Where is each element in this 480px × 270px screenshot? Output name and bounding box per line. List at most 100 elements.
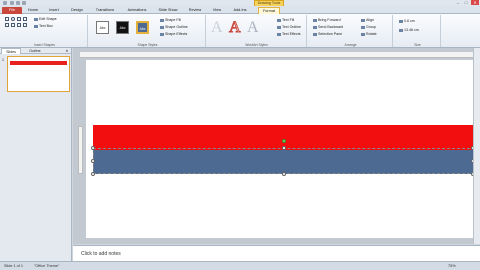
style-swatch-black[interactable]: Abc [116,21,129,34]
align-label: Align [366,18,374,22]
close-pane-icon[interactable]: ✕ [64,48,70,54]
arrow-shape-icon[interactable] [5,23,9,27]
tab-format[interactable]: Format [258,7,280,14]
shape-fill-icon [160,18,164,22]
width-field[interactable]: 13.46 cm [399,28,419,32]
group-button[interactable]: Group [361,25,376,29]
maximize-button[interactable]: □ [462,0,470,5]
shape-effects-button[interactable]: Shape Effects [160,32,187,36]
tab-transitions[interactable]: Transitions [90,7,120,14]
tab-insert[interactable]: Insert [44,7,64,14]
tab-slides[interactable]: Slides [1,48,21,54]
tab-slide-show[interactable]: Slide Show [154,7,182,14]
oval-shape-icon[interactable] [11,17,15,21]
star-shape-icon[interactable] [17,23,21,27]
resize-handle-ml[interactable] [91,159,95,163]
notes-pane[interactable]: Click to add notes [73,245,480,261]
selection-pane-button[interactable]: Selection Pane [313,32,342,36]
align-button[interactable]: Align [361,18,374,22]
tab-outline[interactable]: Outline [23,48,47,54]
text-fill-button[interactable]: Text Fill [277,18,294,22]
ribbon: Edit Shape Text Box Insert Shapes Abc Ab… [0,14,480,48]
text-fill-label: Text Fill [282,18,295,22]
group-icon [361,25,365,29]
tab-view[interactable]: View [208,7,226,14]
wordart-style-1[interactable]: A [211,20,223,36]
resize-handle-tl[interactable] [91,146,95,150]
thumbnail-red-bar [10,61,67,65]
tab-review[interactable]: Review [184,7,206,14]
text-effects-button[interactable]: Text Effects [277,32,301,36]
resize-handle-tm[interactable] [282,146,286,150]
tab-home[interactable]: Home [24,7,42,14]
theme-name: "Office Theme" [34,264,60,268]
rotate-icon [361,32,365,36]
group-label: Group [366,25,376,29]
bring-forward-label: Bring Forward [318,18,341,22]
text-outline-icon [277,25,281,29]
text-effects-icon [277,32,281,36]
shape-fill-button[interactable]: Shape Fill [160,18,181,22]
style-swatch-blue[interactable]: Abc [136,21,149,34]
save-icon[interactable] [10,1,14,5]
width-icon [399,28,403,32]
tab-add-ins[interactable]: Add-Ins [228,7,252,14]
undo-icon[interactable] [16,1,20,5]
shape-styles-group: Abc Abc Abc Shape Fill Shape Outline Sha… [90,15,206,47]
shape-outline-button[interactable]: Shape Outline [160,25,188,29]
redo-icon[interactable] [22,1,26,5]
rotate-label: Rotate [366,32,377,36]
app-icon [3,1,7,5]
triangle-shape-icon[interactable] [11,23,15,27]
tab-file[interactable]: File [2,7,22,14]
slide-thumbnail[interactable] [7,56,70,92]
size-label: Size [414,43,421,47]
rectangle-shape-icon[interactable] [5,17,9,21]
wordart-style-2[interactable]: A [229,19,242,36]
arrange-group: Bring Forward Send Backward Selection Pa… [309,15,393,47]
width-value: 13.46 cm [404,28,419,32]
height-field[interactable]: 0.6 cm [399,19,415,23]
text-box-button[interactable]: Text Box [34,24,53,28]
style-swatch-white[interactable]: Abc [96,21,109,34]
shape-fill-label: Shape Fill [165,18,181,22]
send-backward-icon [313,25,317,29]
tab-animations[interactable]: Animations [122,7,152,14]
callout-shape-icon[interactable] [23,23,27,27]
height-icon [399,19,403,23]
rotate-handle[interactable] [282,139,286,143]
text-outline-button[interactable]: Text Outline [277,25,301,29]
vertical-scrollbar[interactable] [473,48,480,244]
rotate-button[interactable]: Rotate [361,32,377,36]
text-box-label: Text Box [39,24,53,28]
shape-effects-label: Shape Effects [165,32,188,36]
zoom-level[interactable]: 75% [448,264,456,268]
minimize-button[interactable]: – [454,0,462,5]
bring-forward-button[interactable]: Bring Forward [313,18,341,22]
slides-pane-tabs: Slides Outline ✕ [0,48,72,54]
text-outline-label: Text Outline [282,25,301,29]
slides-pane: Slides Outline ✕ 1 [0,48,72,261]
text-effects-label: Text Effects [282,32,301,36]
wordart-styles-group: A A A Text Fill Text Outline Text Effect… [207,15,307,47]
size-group: 0.6 cm 13.46 cm Size [395,15,441,47]
text-box-icon [34,24,38,28]
bring-forward-icon [313,18,317,22]
horizontal-ruler [80,52,474,58]
text-fill-icon [277,18,281,22]
wordart-styles-label: WordArt Styles [245,43,268,47]
edit-shape-button[interactable]: Edit Shape [34,17,57,21]
resize-handle-bm[interactable] [282,172,286,176]
close-button[interactable]: ✕ [471,0,479,5]
resize-handle-bl[interactable] [91,172,95,176]
send-backward-button[interactable]: Send Backward [313,25,343,29]
tab-design[interactable]: Design [66,7,88,14]
rounded-rect-shape-icon[interactable] [17,17,21,21]
shape-styles-label: Shape Styles [137,43,158,47]
wordart-style-3[interactable]: A [247,20,259,36]
line-shape-icon[interactable] [23,17,27,21]
insert-shapes-label: Insert Shapes [34,43,55,47]
align-icon [361,18,365,22]
slide-counter: Slide 1 of 1 [4,264,23,268]
vertical-ruler [78,126,83,174]
